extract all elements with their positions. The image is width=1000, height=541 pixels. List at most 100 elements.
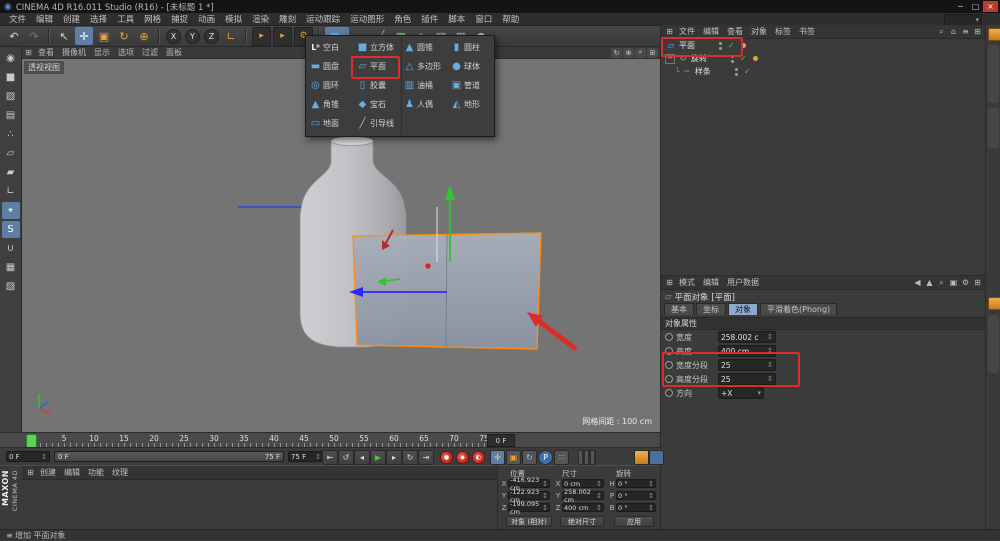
spinner-icon[interactable]: ↕ <box>767 347 773 355</box>
menu-item-plane[interactable]: ▱平面 <box>355 57 401 76</box>
tab-object[interactable]: 对象 <box>728 303 758 315</box>
edges-mode-icon[interactable]: ▱ <box>2 145 20 162</box>
panel-menu-icon[interactable]: ⊞ <box>25 468 36 478</box>
scale-tool[interactable]: ▣ <box>95 27 113 45</box>
size-z-input[interactable]: 400 cm↕ <box>562 503 604 512</box>
anim-ring-icon[interactable] <box>665 333 673 341</box>
enabled-check-icon[interactable]: ✓ <box>728 41 735 50</box>
height-input[interactable]: 400 cm↕ <box>718 345 776 357</box>
menu-help[interactable]: 帮助 <box>497 13 524 25</box>
polygons-mode-icon[interactable]: ▰ <box>2 164 20 181</box>
am-menu-edit[interactable]: 编辑 <box>699 277 723 288</box>
menu-item-figure[interactable]: ♟人偶 <box>402 95 448 114</box>
lock-z-axis-button[interactable]: Z <box>204 29 219 44</box>
model-mode-icon[interactable]: ■ <box>2 69 20 86</box>
dock-tab[interactable] <box>988 108 999 148</box>
go-to-end-button[interactable]: ⇥ <box>418 450 434 465</box>
anim-ring-icon[interactable] <box>665 347 673 355</box>
visibility-dots[interactable] <box>731 54 734 64</box>
timeline-zoom-slider[interactable] <box>578 450 596 465</box>
anim-ring-icon[interactable] <box>665 375 673 383</box>
timeline-range-scrubber[interactable]: 0 F75 F <box>54 451 284 462</box>
magnet-snap-icon[interactable]: ∪ <box>2 240 20 257</box>
tab-coordinates[interactable]: 坐标 <box>696 303 726 315</box>
key-scale-toggle[interactable]: ▣ <box>506 450 521 465</box>
list-icon[interactable]: ≡ <box>960 27 971 37</box>
menu-animate[interactable]: 动画 <box>193 13 220 25</box>
history-up-icon[interactable]: ▲ <box>924 278 935 288</box>
timeline-ruler[interactable]: 05 1015 2025 3035 4045 5055 6065 7075 0 … <box>0 432 660 447</box>
om-menu-file[interactable]: 文件 <box>675 26 699 37</box>
key-pla-toggle[interactable]: ∷ <box>554 450 569 465</box>
apply-button[interactable]: 应用 <box>614 516 654 527</box>
autokey-button[interactable]: ◆ <box>456 451 469 464</box>
object-axis-mode-icon[interactable]: ∟ <box>2 183 20 200</box>
tag-icon[interactable] <box>741 43 746 48</box>
width-segments-input[interactable]: 25↕ <box>718 359 776 371</box>
tab-basic[interactable]: 基本 <box>664 303 694 315</box>
viewport-menu-filter[interactable]: 过滤 <box>138 47 162 58</box>
spinner-icon[interactable]: ↕ <box>767 361 773 369</box>
anim-ring-icon[interactable] <box>665 389 673 397</box>
loop-mode-button[interactable]: ↻ <box>402 450 418 465</box>
search-icon[interactable]: ⌕ <box>936 278 947 288</box>
doc-switch-icon[interactable] <box>634 450 649 465</box>
om-menu-tags[interactable]: 标签 <box>771 26 795 37</box>
coord-mode-dropdown[interactable]: 对象 (相对) <box>506 516 552 527</box>
next-frame-button[interactable]: ▸ <box>386 450 402 465</box>
rotation-b-input[interactable]: 0 °↕ <box>616 503 656 512</box>
menu-character[interactable]: 角色 <box>389 13 416 25</box>
anim-ring-icon[interactable] <box>665 361 673 369</box>
panel-icon[interactable]: ⊞ <box>972 27 983 37</box>
spinner-icon[interactable]: ↕ <box>767 333 773 341</box>
maximize-button[interactable]: □ <box>968 1 983 12</box>
mat-menu-texture[interactable]: 纹理 <box>108 467 132 478</box>
object-row-lathe[interactable]: − ↻ 旋转 ✓ <box>661 52 985 65</box>
search-icon[interactable]: ⌕ <box>936 27 947 37</box>
workplane-snap-icon[interactable]: ▦ <box>2 259 20 276</box>
menu-select[interactable]: 选择 <box>85 13 112 25</box>
gear-icon[interactable]: ⚙ <box>960 278 971 288</box>
coordinate-system-toggle[interactable]: ∟ <box>222 27 240 45</box>
dock-tab[interactable] <box>988 45 999 103</box>
viewport-menu-options[interactable]: 选项 <box>114 47 138 58</box>
viewport-panel-menu-icon[interactable]: ⊞ <box>23 48 34 58</box>
height-segments-input[interactable]: 25↕ <box>718 373 776 385</box>
menu-item-pyramid[interactable]: ▲角锥 <box>308 95 354 114</box>
om-menu-edit[interactable]: 编辑 <box>699 26 723 37</box>
mat-menu-function[interactable]: 功能 <box>84 467 108 478</box>
menu-item-cube[interactable]: ■立方体 <box>355 38 401 57</box>
enabled-check-icon[interactable]: ✓ <box>744 67 751 76</box>
mat-menu-edit[interactable]: 编辑 <box>60 467 84 478</box>
menu-plugins[interactable]: 插件 <box>416 13 443 25</box>
am-menu-userdata[interactable]: 用户数据 <box>723 277 763 288</box>
zoom-view-icon[interactable]: ⌕ <box>635 48 646 58</box>
render-picture-viewer-button[interactable]: ▸ <box>273 27 292 46</box>
rotation-h-input[interactable]: 0 °↕ <box>616 479 656 488</box>
object-row-plane[interactable]: ▱ 平面 ✓ <box>661 39 985 52</box>
menu-motion-tracker[interactable]: 运动跟踪 <box>301 13 345 25</box>
rotate-tool[interactable]: ↻ <box>115 27 133 45</box>
tab-phong[interactable]: 平滑着色(Phong) <box>760 303 837 315</box>
menu-snap[interactable]: 捕捉 <box>166 13 193 25</box>
end-frame-input[interactable]: 75 F↕ <box>288 451 324 462</box>
menu-mograph[interactable]: 运动图形 <box>345 13 389 25</box>
menu-mesh[interactable]: 网格 <box>139 13 166 25</box>
size-y-input[interactable]: 258.002 cm↕ <box>562 491 604 500</box>
visibility-dots[interactable] <box>735 67 738 77</box>
make-editable-icon[interactable]: ◉ <box>2 50 20 67</box>
home-icon[interactable]: ⌂ <box>948 27 959 37</box>
rotation-p-input[interactable]: 0 °↕ <box>616 491 656 500</box>
visibility-dots[interactable] <box>719 41 722 51</box>
timeline-playhead[interactable] <box>26 434 37 448</box>
menu-item-polygon[interactable]: △多边形 <box>402 57 448 76</box>
undo-button[interactable]: ↶ <box>5 27 23 45</box>
object-row-spline[interactable]: └ ~ 样条 ✓ <box>661 65 985 78</box>
key-rotation-toggle[interactable]: ↻ <box>522 450 537 465</box>
move-tool[interactable]: ✛ <box>75 27 93 45</box>
spinner-icon[interactable]: ↕ <box>767 375 773 383</box>
width-input[interactable]: 258.002 c↕ <box>718 331 776 343</box>
close-button[interactable]: × <box>983 1 998 12</box>
current-frame-input[interactable]: 0 F↕ <box>6 451 50 462</box>
menu-item-capsule[interactable]: ▯胶囊 <box>355 76 401 95</box>
